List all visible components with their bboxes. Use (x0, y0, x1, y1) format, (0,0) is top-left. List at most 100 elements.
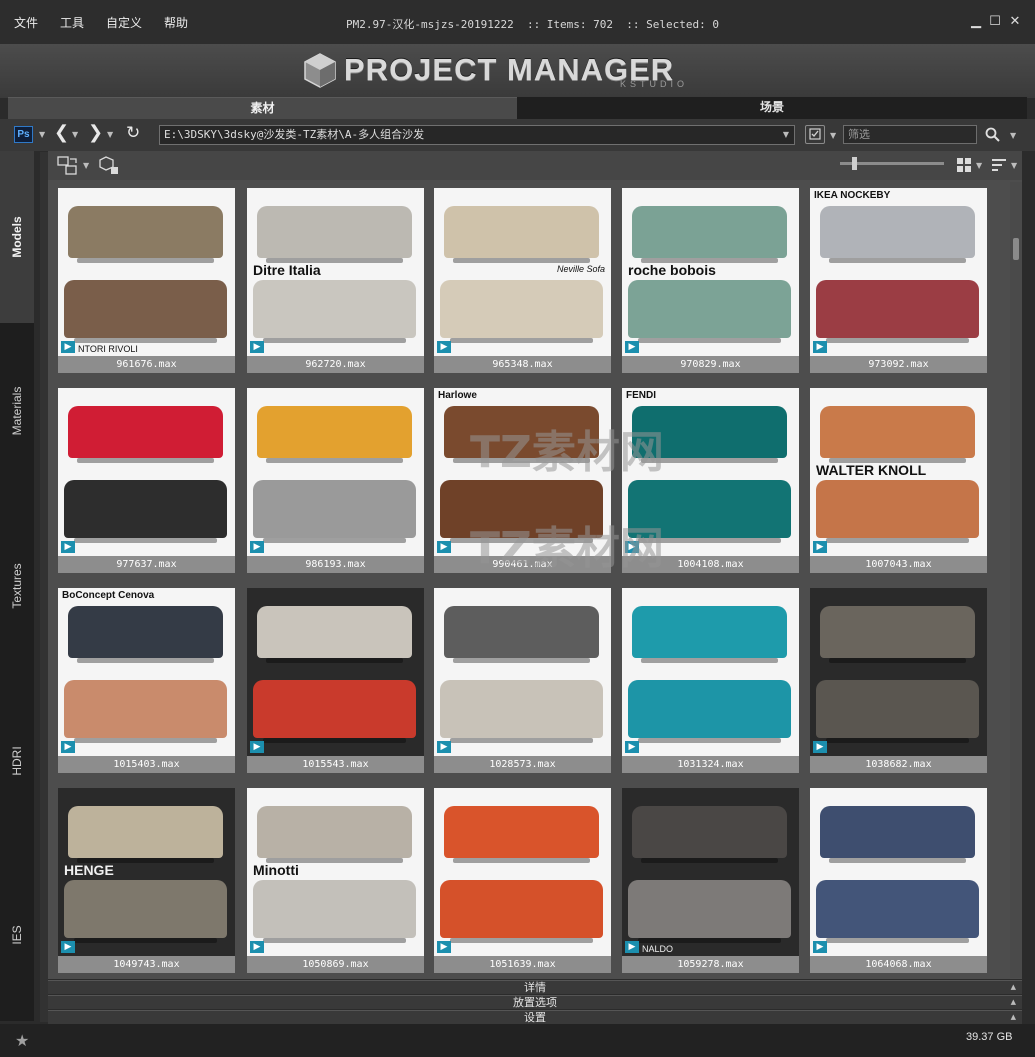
asset-filename: 1059278.max (622, 956, 799, 973)
asset-card[interactable]: Minotti ▶ 1050869.max (247, 788, 424, 973)
asset-thumbnail: Minotti ▶ (247, 788, 424, 956)
close-button[interactable]: ✕ (1005, 14, 1025, 29)
swap-view-caret[interactable]: ▼ (83, 161, 89, 170)
asset-card[interactable]: Ditre Italia ▶ 962720.max (247, 188, 424, 373)
search-icon[interactable] (985, 127, 1000, 142)
asset-card[interactable]: IKEA NOCKEBY ▶ 973092.max (810, 188, 987, 373)
asset-thumbnail: Ditre Italia ▶ (247, 188, 424, 356)
asset-card[interactable]: ▶ 1031324.max (622, 588, 799, 773)
asset-card[interactable]: WALTER KNOLL ▶ 1007043.max (810, 388, 987, 573)
brand-label: NTORI RIVOLI (78, 344, 138, 354)
tab-scene[interactable]: 场景 (517, 97, 1027, 119)
filter-options-button[interactable] (805, 125, 825, 144)
menu-help[interactable]: 帮助 (150, 0, 196, 44)
checklist-icon (809, 128, 821, 140)
grid-view-caret[interactable]: ▼ (976, 161, 982, 170)
asset-card[interactable]: ▶ 986193.max (247, 388, 424, 573)
brand-label: Ditre Italia (253, 262, 321, 278)
asset-thumbnail: roche bobois ▶ (622, 188, 799, 356)
asset-card[interactable]: HENGE ▶ 1049743.max (58, 788, 235, 973)
asset-thumbnail: BoConcept Cenova ▶ (58, 588, 235, 756)
asset-card[interactable]: ▶ 1064068.max (810, 788, 987, 973)
asset-card[interactable]: FENDI ▶ 1004108.max (622, 388, 799, 573)
asset-filename: 973092.max (810, 356, 987, 373)
refresh-icon[interactable]: ↻ (126, 124, 140, 142)
side-tab-ies[interactable]: IES (0, 848, 34, 1021)
asset-card[interactable]: NALDO ▶ 1059278.max (622, 788, 799, 973)
scrollbar-thumb[interactable] (1013, 238, 1019, 260)
asset-card[interactable]: NTORI RIVOLI ▶ 961676.max (58, 188, 235, 373)
sofa-preview-bottom (253, 680, 416, 743)
side-tab-materials[interactable]: Materials (0, 323, 34, 498)
filter-input[interactable]: 筛选 (843, 125, 977, 144)
title-bar: 文件 工具 自定义 帮助 PM2.97-汉化-msjzs-20191222 ::… (0, 0, 1035, 44)
thumbnail-size-slider-handle[interactable] (852, 157, 857, 170)
asset-thumbnail: ▶ (622, 588, 799, 756)
asset-filename: 977637.max (58, 556, 235, 573)
sort-caret[interactable]: ▼ (1011, 161, 1017, 170)
panel-splitter[interactable] (40, 152, 48, 1022)
tab-assets[interactable]: 素材 (8, 97, 517, 119)
sofa-preview-bottom (816, 280, 979, 343)
rollout-settings[interactable]: 设置 ▲ (48, 1010, 1022, 1024)
swap-view-icon[interactable] (56, 155, 80, 177)
3dsmax-icon: ▶ (625, 341, 639, 353)
vertical-scrollbar[interactable] (1010, 182, 1022, 978)
forward-history-caret[interactable]: ▼ (107, 130, 113, 139)
asset-card[interactable]: ▶ 1051639.max (434, 788, 611, 973)
asset-thumbnail: ▶ (434, 788, 611, 956)
asset-card[interactable]: Harlowe ▶ 990461.max (434, 388, 611, 573)
sofa-preview-bottom (628, 680, 791, 743)
brand-label: Minotti (253, 862, 299, 878)
menu-customize[interactable]: 自定义 (92, 0, 150, 44)
back-arrow-icon[interactable]: ❮ (54, 124, 69, 142)
sofa-preview-bottom (816, 680, 979, 743)
path-dropdown-icon[interactable]: ▼ (779, 126, 793, 144)
asset-card[interactable]: ▶ 977637.max (58, 388, 235, 573)
sort-icon[interactable] (991, 157, 1007, 173)
sofa-preview-bottom (64, 480, 227, 543)
asset-card[interactable]: Neville Sofa ▶ 965348.max (434, 188, 611, 373)
app-logo: PROJECT MANAGER (302, 49, 674, 91)
asset-thumbnail: NTORI RIVOLI ▶ (58, 188, 235, 356)
menu-tools[interactable]: 工具 (46, 0, 92, 44)
sofa-preview-bottom (64, 680, 227, 743)
side-tab-hdri[interactable]: HDRI (0, 673, 34, 848)
3dsmax-icon: ▶ (625, 741, 639, 753)
sofa-preview-top (820, 206, 975, 263)
forward-arrow-icon[interactable]: ❯ (88, 124, 103, 142)
photoshop-icon[interactable]: Ps (14, 126, 33, 143)
asset-thumbnail: HENGE ▶ (58, 788, 235, 956)
app-dropdown-caret[interactable]: ▼ (39, 130, 45, 139)
asset-card[interactable]: ▶ 1038682.max (810, 588, 987, 773)
asset-card[interactable]: roche bobois ▶ 970829.max (622, 188, 799, 373)
asset-card[interactable]: BoConcept Cenova ▶ 1015403.max (58, 588, 235, 773)
filter-options-caret[interactable]: ▼ (830, 131, 836, 140)
path-field[interactable]: E:\3DSKY\3dsky@沙发类-TZ素材\A-多人组合沙发 (159, 125, 795, 145)
back-history-caret[interactable]: ▼ (72, 130, 78, 139)
favorites-star-icon[interactable]: ★ (15, 1031, 29, 1050)
menu-file[interactable]: 文件 (0, 0, 46, 44)
grid-view-icon[interactable] (956, 157, 972, 173)
maximize-button[interactable]: ☐ (985, 14, 1005, 29)
asset-filename: 986193.max (247, 556, 424, 573)
asset-thumbnail: ▶ (247, 388, 424, 556)
minimize-button[interactable]: ▁ (966, 14, 986, 29)
sofa-preview-bottom (440, 480, 603, 543)
rollout-placement[interactable]: 放置选项 ▲ (48, 995, 1022, 1009)
search-options-caret[interactable]: ▼ (1010, 131, 1016, 140)
side-tab-models[interactable]: Models (0, 151, 34, 323)
side-tab-textures[interactable]: Textures (0, 498, 34, 673)
3dsmax-icon: ▶ (813, 741, 827, 753)
3dsmax-icon: ▶ (625, 541, 639, 553)
sofa-preview-top (444, 206, 599, 263)
model-cube-icon[interactable] (98, 155, 120, 177)
asset-filename: 1004108.max (622, 556, 799, 573)
browser-subbar (48, 151, 1022, 180)
sofa-preview-bottom (64, 280, 227, 343)
asset-thumbnail: Harlowe ▶ (434, 388, 611, 556)
asset-card[interactable]: ▶ 1015543.max (247, 588, 424, 773)
asset-filename: 1028573.max (434, 756, 611, 773)
rollout-details[interactable]: 详情 ▲ (48, 980, 1022, 994)
asset-card[interactable]: ▶ 1028573.max (434, 588, 611, 773)
